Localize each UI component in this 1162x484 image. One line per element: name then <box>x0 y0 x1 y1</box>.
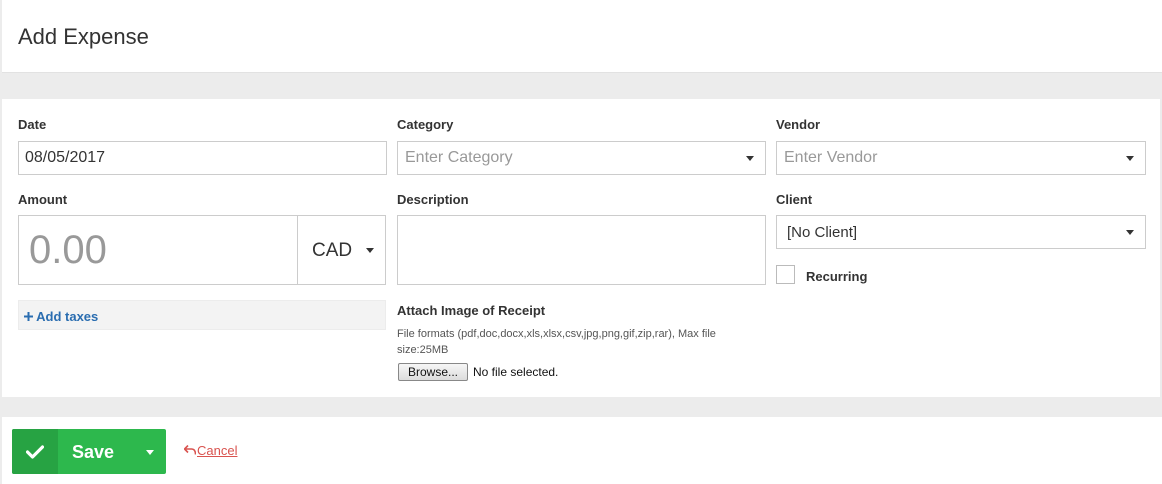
category-label: Category <box>397 117 454 132</box>
save-check-button[interactable] <box>12 429 58 474</box>
category-select[interactable]: Enter Category <box>397 141 766 175</box>
client-label: Client <box>776 192 813 207</box>
expense-form: Date Category Enter Category Vendor Ente… <box>2 99 1160 397</box>
description-textarea[interactable] <box>397 215 766 285</box>
currency-select[interactable]: CAD <box>297 216 385 284</box>
cancel-link[interactable]: Cancel <box>184 443 237 458</box>
receipt-label: Attach Image of Receipt <box>397 303 546 318</box>
plus-icon <box>24 312 33 321</box>
amount-field[interactable]: 0.00 CAD <box>18 215 386 285</box>
client-value: [No Client] <box>787 223 858 241</box>
save-button-group: Save <box>12 429 166 474</box>
save-button[interactable]: Save <box>72 442 114 463</box>
save-options-button[interactable] <box>132 429 166 474</box>
chevron-down-icon <box>146 449 154 455</box>
undo-icon <box>184 445 196 455</box>
file-status: No file selected. <box>473 365 559 379</box>
description-label: Description <box>397 192 469 207</box>
check-icon <box>26 444 44 459</box>
date-input[interactable] <box>18 141 387 175</box>
client-select[interactable]: [No Client] <box>776 215 1146 249</box>
chevron-down-icon <box>746 156 754 161</box>
currency-value: CAD <box>312 240 353 261</box>
taxes-bar: Add taxes <box>18 300 386 330</box>
amount-label: Amount <box>18 192 68 207</box>
chevron-down-icon <box>366 248 374 253</box>
form-footer: Save Cancel <box>2 417 1162 484</box>
chevron-down-icon <box>1126 230 1134 235</box>
vendor-select[interactable]: Enter Vendor <box>776 141 1146 175</box>
vendor-placeholder: Enter Vendor <box>784 149 878 166</box>
chevron-down-icon <box>1126 156 1134 161</box>
cancel-label: Cancel <box>197 443 238 458</box>
vendor-label: Vendor <box>776 117 821 132</box>
recurring-label: Recurring <box>806 269 868 284</box>
page-header: Add Expense <box>2 0 1162 73</box>
recurring-checkbox[interactable] <box>776 265 795 284</box>
date-label: Date <box>18 117 47 132</box>
add-taxes-label: Add taxes <box>36 309 99 324</box>
page-title: Add Expense <box>18 24 149 49</box>
receipt-hint: File formats (pdf,doc,docx,xls,xlsx,csv,… <box>397 328 716 356</box>
browse-button[interactable]: Browse... <box>398 363 468 381</box>
amount-input[interactable]: 0.00 <box>29 228 107 273</box>
category-placeholder: Enter Category <box>405 149 513 166</box>
add-taxes-link[interactable]: Add taxes <box>24 309 98 324</box>
